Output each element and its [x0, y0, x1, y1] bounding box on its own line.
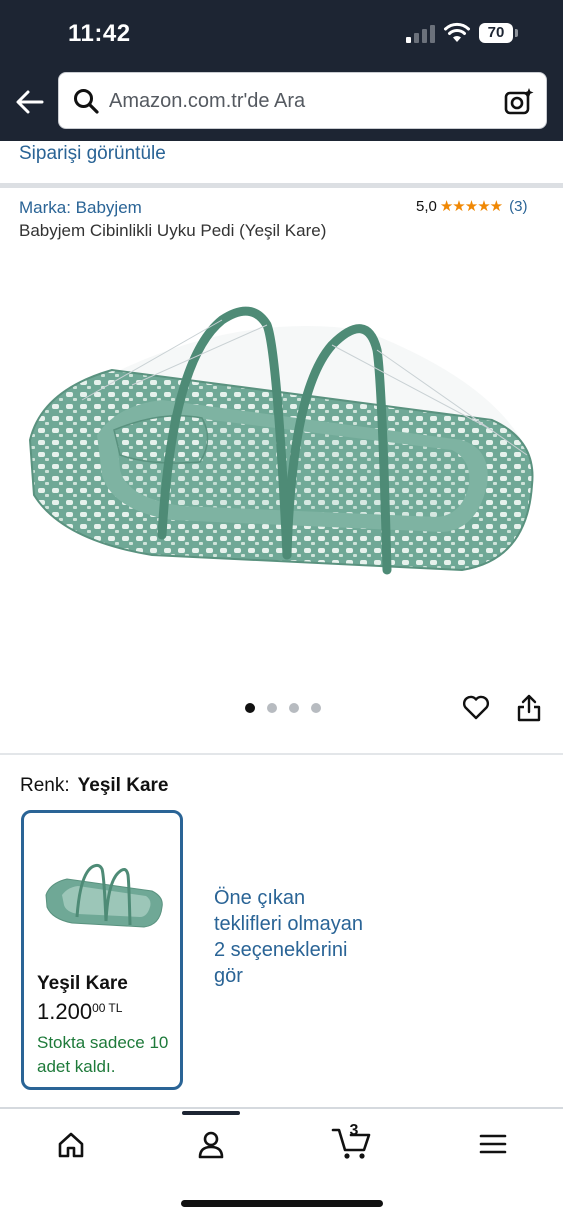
price-currency: TL	[108, 1001, 123, 1015]
section-divider	[0, 183, 563, 188]
pagination-dot[interactable]	[289, 703, 299, 713]
pagination-dot[interactable]	[267, 703, 277, 713]
stock-status: Stokta sadece 10 adet kaldı.	[37, 1033, 169, 1076]
search-icon	[74, 89, 99, 114]
variant-thumbnail	[45, 863, 163, 928]
active-tab-indicator	[182, 1111, 240, 1115]
rating-count: (3)	[509, 197, 528, 215]
price-main: 1.200	[37, 999, 93, 1024]
color-label: Renk:	[20, 775, 70, 796]
brand-link[interactable]: Marka: Babyjem	[19, 198, 142, 218]
other-options-link[interactable]: Öne çıkan teklifleri olmayan 2 seçenekle…	[214, 885, 364, 989]
battery-indicator: 70	[479, 23, 513, 43]
account-icon[interactable]	[196, 1129, 226, 1159]
battery-tip	[515, 29, 518, 37]
share-icon[interactable]	[516, 693, 542, 723]
camera-search-icon[interactable]	[504, 86, 534, 116]
view-order-link[interactable]: Siparişi görüntüle	[19, 143, 166, 165]
product-image[interactable]	[22, 270, 542, 600]
back-arrow-icon[interactable]	[14, 86, 46, 118]
wifi-icon	[444, 22, 470, 42]
home-indicator	[181, 1200, 383, 1207]
rating-value: 5,0	[416, 197, 437, 215]
star-rating-icon: ★★★★★	[439, 198, 503, 215]
variant-name: Yeşil Kare	[37, 973, 128, 994]
pagination-dot[interactable]	[245, 703, 255, 713]
status-time: 11:42	[68, 20, 131, 47]
heart-icon[interactable]	[462, 693, 490, 721]
cellular-signal-icon	[406, 25, 435, 43]
color-selection-label: Renk: Yeşil Kare	[20, 775, 168, 797]
section-divider	[0, 753, 563, 755]
search-placeholder: Amazon.com.tr'de Ara	[109, 90, 306, 112]
rating-summary[interactable]: 5,0 ★★★★★ (3)	[416, 197, 528, 216]
pagination-dot[interactable]	[311, 703, 321, 713]
product-title: Babyjem Cibinlikli Uyku Pedi (Yeşil Kare…	[19, 221, 327, 240]
selected-color: Yeşil Kare	[77, 775, 169, 796]
price-fraction: 00	[92, 1001, 106, 1015]
cart-count-badge: 3	[349, 1122, 359, 1139]
menu-icon[interactable]	[479, 1132, 507, 1156]
product-page: 11:42 70 Amazon.com.tr'de Ara Siparişi g…	[0, 0, 563, 1219]
variant-card-selected[interactable]: Yeşil Kare 1.20000 TL Stokta sadece 10 ad…	[21, 810, 183, 1090]
bottom-nav-divider	[0, 1107, 563, 1109]
search-input[interactable]: Amazon.com.tr'de Ara	[58, 72, 547, 129]
variant-price: 1.20000 TL	[37, 999, 122, 1025]
image-pagination	[245, 703, 321, 713]
home-icon[interactable]	[56, 1130, 86, 1160]
header-bar: 11:42 70 Amazon.com.tr'de Ara	[0, 0, 563, 141]
